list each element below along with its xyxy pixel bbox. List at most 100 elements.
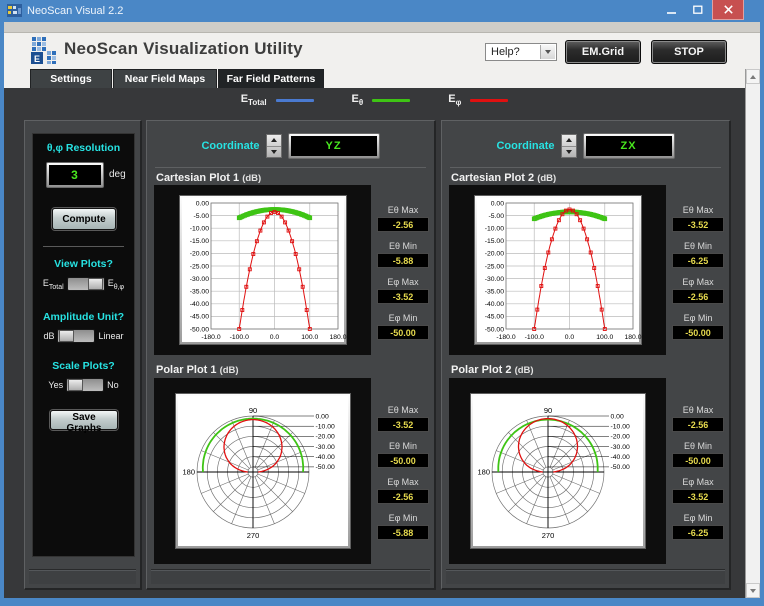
svg-text:-30.00: -30.00 xyxy=(315,444,334,451)
value-indicator: -6.25 xyxy=(672,253,724,268)
svg-text:100.0: 100.0 xyxy=(301,334,318,341)
titlebar: NeoScan Visual 2.2 xyxy=(0,0,764,22)
polar-plot-2-svg: 0.00-10.00-20.00-30.00-40.00-50.00901802… xyxy=(473,396,643,546)
view-plots-right-label: Eθ,φ xyxy=(108,278,124,291)
tab-settings[interactable]: Settings xyxy=(30,69,112,88)
svg-text:-35.00: -35.00 xyxy=(484,289,503,296)
tab-near-field-maps[interactable]: Near Field Maps xyxy=(113,69,217,88)
spinner-down-icon[interactable] xyxy=(562,147,576,158)
value-indicator: -3.52 xyxy=(377,417,429,432)
spinner-down-icon[interactable] xyxy=(267,147,281,158)
value-indicator: -6.25 xyxy=(672,525,724,540)
value-indicator: -50.00 xyxy=(377,325,429,340)
coordinate-display-bezel: YZ xyxy=(288,133,380,159)
minimize-button[interactable] xyxy=(660,0,684,20)
svg-text:-5.00: -5.00 xyxy=(193,213,209,220)
svg-text:-50.00: -50.00 xyxy=(484,326,503,333)
spinner-up-icon[interactable] xyxy=(267,135,281,147)
maximize-button[interactable] xyxy=(686,0,710,20)
value-indicator: -3.52 xyxy=(672,489,724,504)
sidebar-divider xyxy=(43,246,124,247)
help-dropdown[interactable]: Help? xyxy=(485,43,557,61)
chevron-down-icon xyxy=(540,45,555,59)
window-icon xyxy=(7,4,22,17)
svg-text:-5.00: -5.00 xyxy=(488,213,504,220)
scale-toggle-handle[interactable] xyxy=(68,379,83,391)
scale-right-label: No xyxy=(107,380,119,390)
svg-text:-20.00: -20.00 xyxy=(189,251,208,258)
svg-text:0.00: 0.00 xyxy=(195,200,208,207)
scale-plots-toggle[interactable] xyxy=(66,378,104,392)
svg-text:-30.00: -30.00 xyxy=(484,276,503,283)
svg-text:-50.00: -50.00 xyxy=(315,464,334,471)
panel-yz-footer xyxy=(151,569,430,584)
amplitude-toggle-handle[interactable] xyxy=(59,330,74,342)
svg-text:270: 270 xyxy=(246,531,259,540)
coordinate-display[interactable]: YZ xyxy=(291,136,377,156)
svg-text:-25.00: -25.00 xyxy=(484,263,503,270)
value-label: Eφ Max xyxy=(670,477,726,489)
view-plots-toggle-handle[interactable] xyxy=(88,278,103,290)
value-indicator: -2.56 xyxy=(672,417,724,432)
stop-button[interactable]: STOP xyxy=(651,40,727,64)
svg-text:-10.00: -10.00 xyxy=(189,226,208,233)
legend-item-e-theta: Eθ xyxy=(352,93,411,107)
svg-text:90: 90 xyxy=(248,406,256,415)
value-label: Eφ Max xyxy=(375,477,431,489)
polar-plot-2-title: Polar Plot 2 (dB) xyxy=(451,364,534,376)
tab-far-field-patterns[interactable]: Far Field Patterns xyxy=(218,69,324,88)
amplitude-unit-row: dB Linear xyxy=(33,329,134,343)
coordinate-row-yz: Coordinate YZ xyxy=(147,133,434,159)
scroll-up-icon[interactable] xyxy=(746,69,760,84)
svg-text:-50.00: -50.00 xyxy=(189,326,208,333)
svg-text:-10.00: -10.00 xyxy=(484,226,503,233)
main-content: ETotal Eθ Eφ θ,φ Resolution 3 xyxy=(4,88,745,598)
cartesian-plot-1: 0.00-5.00-10.00-15.00-20.00-25.00-30.00-… xyxy=(179,195,347,345)
amplitude-unit-toggle[interactable] xyxy=(57,329,95,343)
vertical-scrollbar[interactable] xyxy=(745,69,760,598)
svg-text:E: E xyxy=(34,54,40,64)
close-button[interactable] xyxy=(712,0,744,20)
polar-plot-2: 0.00-10.00-20.00-30.00-40.00-50.00901802… xyxy=(470,393,646,549)
value-label: Eθ Max xyxy=(375,205,431,217)
coordinate-spinner[interactable] xyxy=(266,134,282,158)
view-plots-row: ETotal Eθ,φ xyxy=(33,277,134,291)
value-label: Eθ Min xyxy=(670,241,726,253)
polar-plot-1-region: 0.00-10.00-20.00-30.00-40.00-50.00901802… xyxy=(154,378,371,564)
legend-line-e-phi xyxy=(470,99,508,102)
svg-text:-10.00: -10.00 xyxy=(610,424,629,431)
polar-plot-2-region: 0.00-10.00-20.00-30.00-40.00-50.00901802… xyxy=(449,378,666,564)
cartesian-2-values: Eθ Max-3.52 Eθ Min-6.25 Eφ Max-2.56 Eφ M… xyxy=(670,205,726,349)
scroll-down-icon[interactable] xyxy=(746,583,760,598)
view-plots-toggle[interactable] xyxy=(67,277,105,291)
em-grid-button[interactable]: EM.Grid xyxy=(565,40,641,64)
value-indicator: -3.52 xyxy=(672,217,724,232)
value-indicator: -2.56 xyxy=(672,289,724,304)
coordinate-display[interactable]: ZX xyxy=(586,136,672,156)
svg-text:-40.00: -40.00 xyxy=(189,301,208,308)
polar-plot-1-title: Polar Plot 1 (dB) xyxy=(156,364,239,376)
value-indicator: -5.88 xyxy=(377,253,429,268)
save-graphs-button[interactable]: Save Graphs xyxy=(50,410,118,430)
amplitude-left-label: dB xyxy=(43,331,54,341)
svg-text:-45.00: -45.00 xyxy=(189,314,208,321)
amplitude-right-label: Linear xyxy=(98,331,123,341)
polar-1-values: Eθ Max-3.52 Eθ Min-50.00 Eφ Max-2.56 Eφ … xyxy=(375,405,431,549)
coordinate-spinner[interactable] xyxy=(561,134,577,158)
resolution-input[interactable]: 3 xyxy=(49,165,101,185)
spinner-up-icon[interactable] xyxy=(562,135,576,147)
svg-text:-15.00: -15.00 xyxy=(189,238,208,245)
svg-text:-20.00: -20.00 xyxy=(484,251,503,258)
value-label: Eθ Min xyxy=(375,441,431,453)
svg-text:-50.00: -50.00 xyxy=(610,464,629,471)
resolution-unit-label: deg xyxy=(109,169,126,180)
svg-text:-35.00: -35.00 xyxy=(189,289,208,296)
value-indicator: -3.52 xyxy=(377,289,429,304)
svg-text:0.00: 0.00 xyxy=(490,200,503,207)
help-dropdown-value: Help? xyxy=(491,46,520,58)
minimize-icon xyxy=(667,6,677,15)
cartesian-plot-1-region: 0.00-5.00-10.00-15.00-20.00-25.00-30.00-… xyxy=(154,185,371,355)
neoscan-logo: E xyxy=(30,37,57,65)
cartesian-plot-1-svg: 0.00-5.00-10.00-15.00-20.00-25.00-30.00-… xyxy=(182,198,344,342)
compute-button[interactable]: Compute xyxy=(52,208,116,230)
